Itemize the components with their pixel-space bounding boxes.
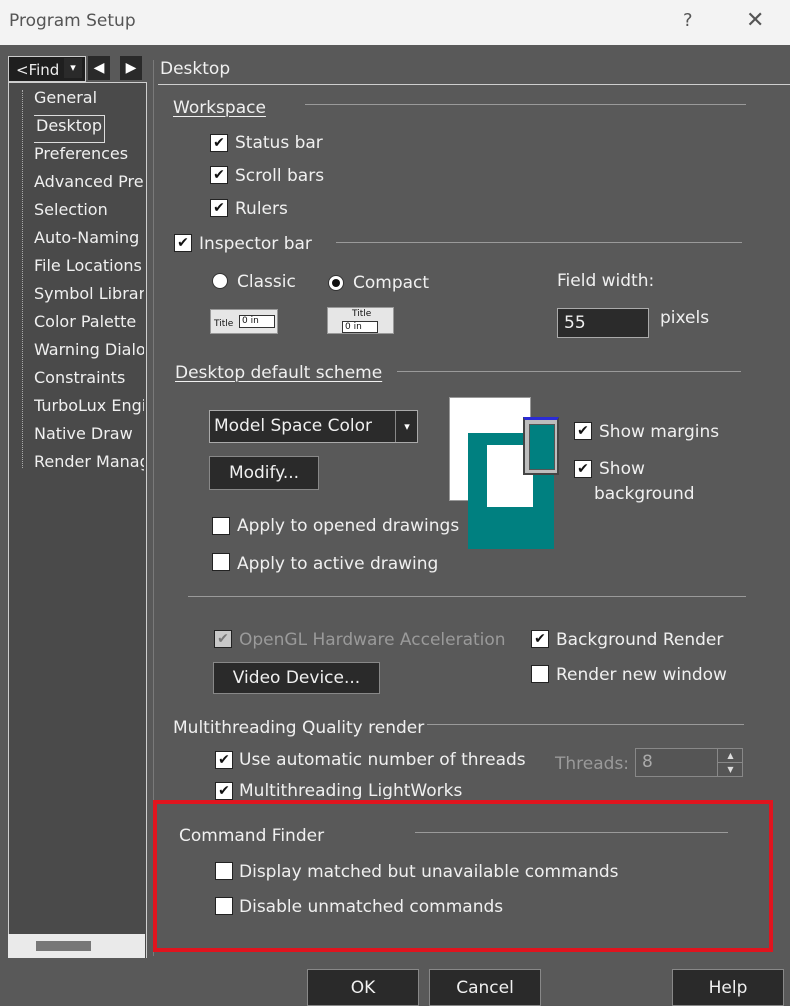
show-background-checkbox[interactable]: ✔ <box>574 460 592 478</box>
next-arrow-icon[interactable]: ▶ <box>120 56 142 80</box>
field-width-label: Field width: <box>557 271 655 291</box>
render-new-window-label: Render new window <box>556 665 727 685</box>
ok-button[interactable]: OK <box>307 969 419 1006</box>
rulers-checkbox[interactable]: ✔ <box>210 199 228 217</box>
tree-item-warning-dialogs[interactable]: Warning Dialo <box>34 340 144 368</box>
display-unavailable-label: Display matched but unavailable commands <box>239 862 619 882</box>
disable-unmatched-checkbox[interactable] <box>215 897 233 915</box>
spin-up-icon: ▲ <box>718 749 743 763</box>
command-finder-rule <box>415 832 728 833</box>
show-margins-label: Show margins <box>599 422 720 442</box>
rulers-label: Rulers <box>235 199 288 219</box>
tree-item-general[interactable]: General <box>34 88 144 116</box>
chevron-down-icon[interactable]: ▾ <box>64 58 82 78</box>
scroll-bars-checkbox[interactable]: ✔ <box>210 166 228 184</box>
tree-guide-line <box>22 90 23 468</box>
help-icon[interactable]: ? <box>683 10 693 31</box>
classic-preview-title: Title <box>214 319 234 329</box>
classic-preview: Title 0 in <box>210 309 278 334</box>
tree-item-preferences[interactable]: Preferences <box>34 144 144 172</box>
workspace-rule <box>305 104 746 105</box>
inspector-bar-label: Inspector bar <box>199 234 312 254</box>
page-title-rule <box>158 84 790 85</box>
help-button[interactable]: Help <box>672 969 784 1006</box>
lightworks-checkbox[interactable]: ✔ <box>215 782 233 800</box>
video-device-button[interactable]: Video Device... <box>213 662 380 694</box>
render-rule <box>188 596 746 597</box>
scheme-rule <box>397 371 741 372</box>
classic-radio[interactable] <box>212 273 228 289</box>
compact-preview: Title 0 in <box>327 307 394 334</box>
threads-spinner: ▲ ▼ <box>717 749 743 776</box>
close-icon[interactable]: ✕ <box>746 8 764 33</box>
classic-preview-value: 0 in <box>239 315 275 328</box>
inspector-bar-checkbox[interactable]: ✔ <box>174 234 192 252</box>
opengl-checkbox: ✔ <box>214 630 232 648</box>
tree-item-selection[interactable]: Selection <box>34 200 144 228</box>
tree-item-native-draw[interactable]: Native Draw <box>34 424 144 452</box>
tree-item-desktop[interactable]: Desktop <box>34 115 105 143</box>
status-bar-label: Status bar <box>235 133 323 153</box>
workspace-section-title: Workspace <box>173 98 266 118</box>
apply-opened-checkbox[interactable] <box>212 517 230 535</box>
scrollbar-thumb[interactable] <box>36 941 91 951</box>
cancel-button[interactable]: Cancel <box>429 969 541 1006</box>
render-new-window-checkbox[interactable] <box>531 665 549 683</box>
command-finder-section-title: Command Finder <box>179 826 325 846</box>
compact-radio[interactable] <box>328 275 344 291</box>
modify-button[interactable]: Modify... <box>209 456 319 490</box>
show-margins-checkbox[interactable]: ✔ <box>574 422 592 440</box>
tree-item-turbolux-engine[interactable]: TurboLux Engi <box>34 396 144 424</box>
tree-item-render-manager[interactable]: Render Manag <box>34 452 144 480</box>
disable-unmatched-label: Disable unmatched commands <box>239 897 504 917</box>
tree-item-constraints[interactable]: Constraints <box>34 368 144 396</box>
inspector-rule <box>336 242 742 243</box>
show-background-label: Show <box>599 459 645 479</box>
apply-opened-label: Apply to opened drawings <box>237 516 460 536</box>
scroll-bars-label: Scroll bars <box>235 166 325 186</box>
multithreading-rule <box>427 724 744 725</box>
spin-down-icon: ▼ <box>727 765 734 774</box>
window-title: Program Setup <box>9 11 136 31</box>
field-width-input[interactable]: 55 <box>557 308 649 338</box>
scheme-preview-window <box>523 417 559 475</box>
tree-item-symbol-libraries[interactable]: Symbol Librar <box>34 284 144 312</box>
tree-item-advanced-preferences[interactable]: Advanced Pre <box>34 172 144 200</box>
compact-preview-value: 0 in <box>342 321 378 333</box>
compact-preview-title: Title <box>352 309 372 319</box>
compact-label: Compact <box>353 273 430 293</box>
prev-arrow-icon[interactable]: ◀ <box>88 56 110 80</box>
tree-item-auto-naming[interactable]: Auto-Naming <box>34 228 144 256</box>
scheme-section-title: Desktop default scheme <box>175 363 383 383</box>
display-unavailable-checkbox[interactable] <box>215 862 233 880</box>
status-bar-checkbox[interactable]: ✔ <box>210 134 228 152</box>
tree-item-color-palette[interactable]: Color Palette <box>34 312 144 340</box>
auto-threads-label: Use automatic number of threads <box>239 750 526 770</box>
page-title: Desktop <box>160 59 231 79</box>
scheme-preview-window-fill <box>529 424 555 470</box>
apply-active-checkbox[interactable] <box>212 553 230 571</box>
threads-label: Threads: <box>555 754 630 774</box>
find-input[interactable]: <Find <box>16 61 59 79</box>
opengl-label: OpenGL Hardware Acceleration <box>239 630 506 650</box>
scheme-select[interactable]: Model Space Color <box>209 410 418 443</box>
title-bar: Program Setup ? ✕ <box>0 0 790 45</box>
lightworks-label: Multithreading LightWorks <box>239 781 463 799</box>
apply-active-label: Apply to active drawing <box>237 554 439 574</box>
background-render-label: Background Render <box>556 630 724 650</box>
tree-items: General Desktop Preferences Advanced Pre… <box>34 88 144 480</box>
tree-item-file-locations[interactable]: File Locations <box>34 256 144 284</box>
show-background-label-2: background <box>594 484 695 504</box>
chevron-down-icon[interactable]: ▾ <box>395 411 418 442</box>
auto-threads-checkbox[interactable]: ✔ <box>215 751 233 769</box>
multithreading-section-title: Multithreading Quality render <box>173 718 425 738</box>
classic-label: Classic <box>237 272 296 292</box>
pixels-label: pixels <box>660 308 710 328</box>
background-render-checkbox[interactable]: ✔ <box>531 630 549 648</box>
